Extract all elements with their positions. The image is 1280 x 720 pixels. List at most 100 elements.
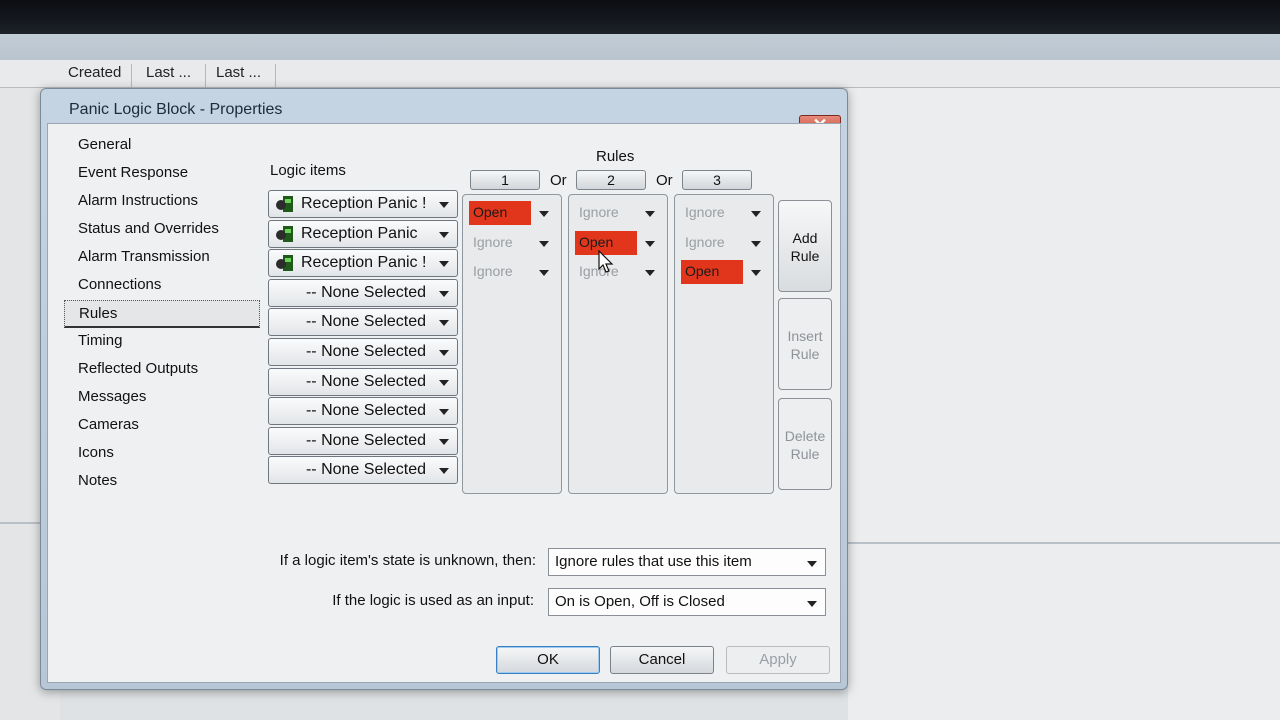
- unknown-state-select[interactable]: Ignore rules that use this item: [548, 548, 826, 576]
- logic-item-dropdown[interactable]: -- None Selected: [268, 456, 458, 485]
- rule-header-1[interactable]: 1: [470, 170, 540, 190]
- logic-items-label: Logic items: [270, 162, 346, 179]
- logic-item-dropdown[interactable]: Reception Panic: [268, 219, 458, 248]
- nav-item-icons[interactable]: Icons: [64, 440, 260, 468]
- apply-button[interactable]: Apply: [726, 646, 830, 674]
- logic-item-dropdown[interactable]: -- None Selected: [268, 337, 458, 366]
- logic-item-dropdown[interactable]: -- None Selected: [268, 426, 458, 455]
- nav-item-general[interactable]: General: [64, 132, 260, 160]
- rule-cell-dropdown[interactable]: Ignore: [469, 260, 553, 284]
- logic-item-dropdown[interactable]: -- None Selected: [268, 367, 458, 396]
- chevron-down-icon: [539, 211, 549, 217]
- rule-header-3[interactable]: 3: [682, 170, 752, 190]
- nav-item-reflected-outputs[interactable]: Reflected Outputs: [64, 356, 260, 384]
- background-divider: [848, 542, 1280, 544]
- rule-cell-dropdown[interactable]: Open: [575, 231, 659, 255]
- nav-item-connections[interactable]: Connections: [64, 272, 260, 300]
- add-rule-button[interactable]: Add Rule: [778, 200, 832, 292]
- rule-cell-value: Open: [469, 201, 531, 225]
- delete-rule-button[interactable]: Delete Rule: [778, 398, 832, 490]
- rule-cell-value: Ignore: [579, 204, 619, 220]
- logic-item-label: -- None Selected: [305, 402, 427, 420]
- unknown-state-value: Ignore rules that use this item: [555, 553, 752, 570]
- chevron-down-icon: [751, 211, 761, 217]
- monitor-bezel: [0, 0, 1280, 34]
- or-label: Or: [656, 172, 673, 189]
- rule-cell-value: Ignore: [685, 234, 725, 250]
- insert-rule-button[interactable]: Insert Rule: [778, 298, 832, 390]
- nav-item-status-overrides[interactable]: Status and Overrides: [64, 216, 260, 244]
- mouse-cursor-icon: [598, 250, 614, 273]
- or-label: Or: [550, 172, 567, 189]
- chevron-down-icon: [645, 211, 655, 217]
- panic-button-icon: [276, 225, 293, 242]
- logic-item-label: -- None Selected: [305, 372, 427, 390]
- cancel-button[interactable]: Cancel: [610, 646, 714, 674]
- logic-item-label: -- None Selected: [305, 342, 427, 360]
- chevron-down-icon: [439, 349, 449, 356]
- input-mode-value: On is Open, Off is Closed: [555, 593, 725, 610]
- rule-cell-dropdown[interactable]: Ignore: [681, 201, 765, 225]
- chevron-down-icon: [645, 241, 655, 247]
- rule-cell-value: Open: [681, 260, 743, 284]
- rule-cell-dropdown[interactable]: Ignore: [681, 231, 765, 255]
- chevron-down-icon: [439, 320, 449, 327]
- background-right-pane: [848, 88, 1280, 720]
- chevron-down-icon: [439, 290, 449, 297]
- column-header-last-1[interactable]: Last ...: [146, 64, 206, 88]
- chevron-down-icon: [539, 270, 549, 276]
- rule-column-2: Ignore Open Ignore: [568, 194, 668, 494]
- rule-cell-dropdown[interactable]: Ignore: [575, 260, 659, 284]
- logic-item-label: Reception Panic: [301, 224, 418, 242]
- nav-item-alarm-transmission[interactable]: Alarm Transmission: [64, 244, 260, 272]
- column-header-created[interactable]: Created: [68, 64, 132, 88]
- chevron-down-icon: [751, 270, 761, 276]
- rule-cell-dropdown[interactable]: Open: [681, 260, 765, 284]
- nav-item-alarm-instructions[interactable]: Alarm Instructions: [64, 188, 260, 216]
- chevron-down-icon: [439, 379, 449, 386]
- rule-cell-value: Ignore: [473, 263, 513, 279]
- chevron-down-icon: [439, 202, 449, 208]
- input-mode-select[interactable]: On is Open, Off is Closed: [548, 588, 826, 616]
- logic-item-dropdown[interactable]: -- None Selected: [268, 308, 458, 337]
- nav-item-event-response[interactable]: Event Response: [64, 160, 260, 188]
- chevron-down-icon: [439, 438, 449, 445]
- rules-label: Rules: [596, 148, 635, 165]
- rule-column-3: Ignore Ignore Open: [674, 194, 774, 494]
- nav-item-timing[interactable]: Timing: [64, 328, 260, 356]
- chevron-down-icon: [645, 270, 655, 276]
- ok-button[interactable]: OK: [496, 646, 600, 674]
- rule-cell-dropdown[interactable]: Ignore: [469, 231, 553, 255]
- chevron-down-icon: [439, 231, 449, 238]
- nav-item-messages[interactable]: Messages: [64, 384, 260, 412]
- rule-cell-dropdown[interactable]: Ignore: [575, 201, 659, 225]
- logic-item-dropdown[interactable]: Reception Panic !: [268, 190, 458, 218]
- chevron-down-icon: [439, 468, 449, 475]
- panic-button-icon: [276, 255, 293, 272]
- chevron-down-icon: [807, 601, 817, 607]
- rule-cell-value: Ignore: [685, 204, 725, 220]
- logic-item-dropdown[interactable]: -- None Selected: [268, 278, 458, 307]
- logic-item-label: Reception Panic !: [301, 254, 427, 272]
- nav-item-rules[interactable]: Rules: [64, 300, 260, 328]
- nav-item-notes[interactable]: Notes: [64, 468, 260, 496]
- logic-item-label: Reception Panic !: [301, 195, 427, 212]
- properties-dialog: Panic Logic Block - Properties ✕ General…: [40, 88, 848, 690]
- nav-item-cameras[interactable]: Cameras: [64, 412, 260, 440]
- chevron-down-icon: [439, 409, 449, 416]
- unknown-state-label: If a logic item's state is unknown, then…: [279, 552, 536, 569]
- logic-item-label: -- None Selected: [305, 431, 427, 449]
- logic-items-list: Reception Panic ! Reception Panic Recept…: [268, 190, 458, 486]
- logic-item-dropdown[interactable]: Reception Panic !: [268, 249, 458, 278]
- logic-item-label: -- None Selected: [305, 313, 427, 331]
- rule-header-2[interactable]: 2: [576, 170, 646, 190]
- logic-item-dropdown[interactable]: -- None Selected: [268, 397, 458, 426]
- rule-column-1: Open Ignore Ignore: [462, 194, 562, 494]
- logic-item-label: -- None Selected: [305, 461, 427, 479]
- chevron-down-icon: [807, 561, 817, 567]
- input-mode-label: If the logic is used as an input:: [332, 592, 534, 609]
- property-nav: General Event Response Alarm Instruction…: [64, 132, 260, 496]
- rule-cell-dropdown[interactable]: Open: [469, 201, 553, 225]
- chevron-down-icon: [439, 261, 449, 268]
- column-header-last-2[interactable]: Last ...: [216, 64, 276, 88]
